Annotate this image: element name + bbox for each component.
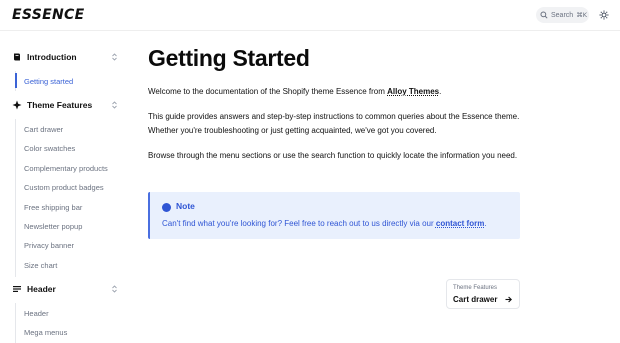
top-bar: ESSENCE Search ⌘K (0, 0, 620, 31)
alloy-themes-link[interactable]: Alloy Themes (387, 87, 439, 96)
next-page-section: Theme Features (453, 285, 498, 291)
paragraph-text: Welcome to the documentation of the Shop… (148, 87, 388, 96)
logo[interactable]: ESSENCE (12, 7, 84, 23)
note-title: Note (176, 201, 195, 211)
note-body: Can't find what you're looking for? Feel… (162, 219, 436, 228)
search-shortcut: ⌘K (576, 11, 587, 19)
search-button[interactable]: Search ⌘K (536, 7, 589, 23)
nav-guide-line (15, 303, 16, 343)
book-icon (14, 53, 20, 61)
sparkle-icon (12, 100, 22, 110)
sidebar-item-color-swatches[interactable]: Color swatches (24, 144, 75, 153)
browse-paragraph: Browse through the menu sections or use … (148, 151, 518, 160)
arrow-right-icon (505, 296, 512, 303)
chevron-updown-icon[interactable] (111, 101, 118, 109)
next-page-card[interactable]: Theme Features Cart drawer (446, 279, 520, 309)
page-title: Getting Started (148, 45, 310, 71)
sidebar-section-introduction[interactable]: Introduction (12, 49, 122, 65)
sidebar-item-custom-product-badges[interactable]: Custom product badges (24, 183, 104, 192)
sidebar-item-header[interactable]: Header (24, 309, 49, 318)
theme-toggle-icon[interactable] (599, 10, 609, 20)
sidebar-item-size-chart[interactable]: Size chart (24, 261, 57, 270)
section-label: Header (27, 284, 56, 294)
contact-form-link[interactable]: contact form (436, 219, 484, 228)
sidebar-item-privacy-banner[interactable]: Privacy banner (24, 241, 74, 250)
sidebar-item-mega-menus[interactable]: Mega menus (24, 328, 67, 337)
sidebar-item-complementary-products[interactable]: Complementary products (24, 164, 108, 173)
note-text: Can't find what you're looking for? Feel… (162, 219, 487, 228)
sidebar-item-cart-drawer[interactable]: Cart drawer (24, 125, 63, 134)
nav-guide-line (15, 119, 16, 277)
chevron-updown-icon[interactable] (111, 53, 118, 61)
guide-paragraph: This guide provides answers and step-by-… (148, 112, 520, 135)
sidebar-item-free-shipping-bar[interactable]: Free shipping bar (24, 203, 82, 212)
sidebar-item-newsletter-popup[interactable]: Newsletter popup (24, 222, 82, 231)
note-body: . (484, 219, 487, 228)
section-label: Theme Features (27, 100, 93, 110)
sidebar-section-theme-features[interactable]: Theme Features (12, 97, 122, 113)
next-page-title: Cart drawer (453, 295, 498, 304)
note-callout: Note Can't find what you're looking for?… (148, 192, 520, 239)
menu-icon (13, 286, 21, 292)
intro-paragraph: Welcome to the documentation of the Shop… (148, 85, 520, 99)
search-label: Search (551, 11, 574, 19)
paragraph-text: . (439, 87, 442, 96)
chevron-updown-icon[interactable] (111, 285, 118, 293)
search-icon (540, 11, 548, 19)
active-indicator (15, 73, 17, 88)
info-icon (162, 203, 171, 212)
section-label: Introduction (27, 52, 77, 62)
sidebar-item-getting-started[interactable]: Getting started (24, 77, 73, 86)
sidebar-section-header[interactable]: Header (12, 281, 122, 297)
